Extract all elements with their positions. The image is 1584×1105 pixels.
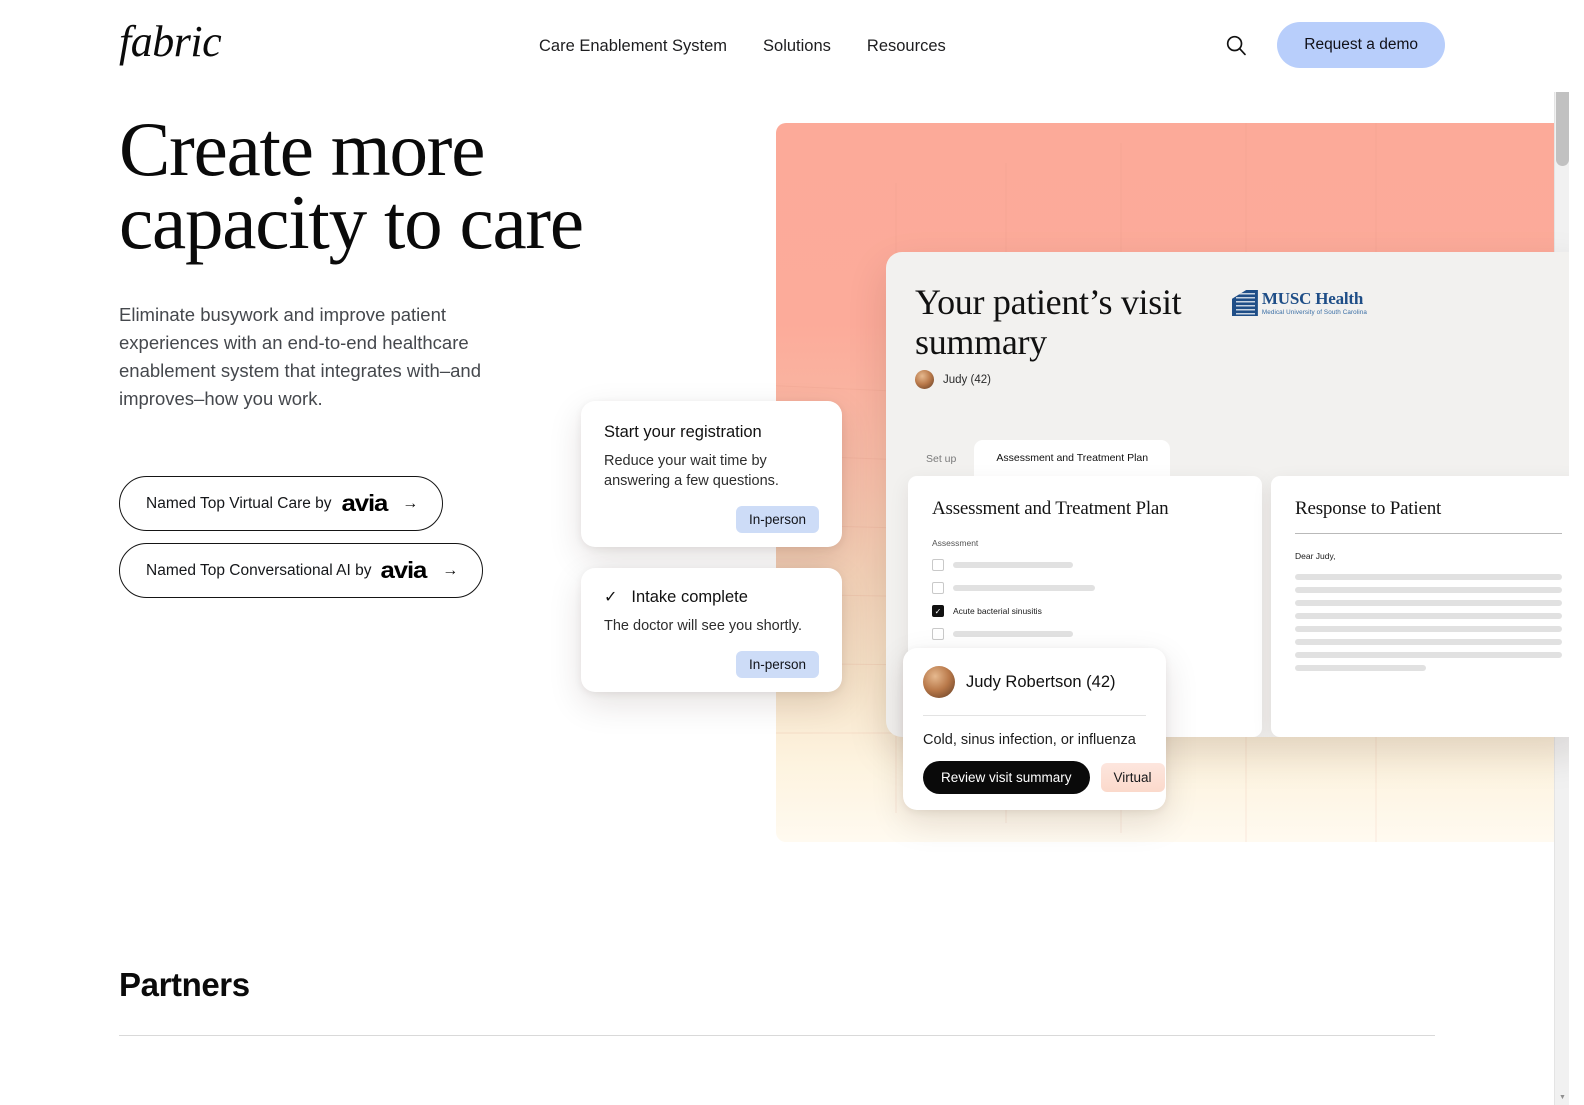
avia-logo: avia: [381, 557, 428, 584]
patient-card-name: Judy Robertson (42): [966, 672, 1116, 691]
nav-item-resources[interactable]: Resources: [865, 33, 948, 60]
tab-set-up[interactable]: Set up: [908, 442, 974, 476]
placeholder-bar: [953, 562, 1073, 568]
checkbox-unchecked-icon[interactable]: [932, 559, 944, 571]
patient-name: Judy (42): [943, 373, 991, 386]
response-sheet: Response to Patient Dear Judy,: [1271, 476, 1569, 737]
hero-subtitle: Eliminate busywork and improve patient e…: [119, 304, 481, 409]
placeholder-bar: [1295, 613, 1562, 619]
page-root: fabric Care Enablement System Solutions …: [0, 0, 1569, 1105]
placeholder-bar: [1295, 665, 1426, 671]
response-greeting: Dear Judy,: [1295, 551, 1336, 561]
list-item[interactable]: ✓ Acute bacterial sinusitis: [932, 605, 1238, 617]
award-pill-conversational-ai[interactable]: Named Top Conversational AI by avia →: [119, 543, 484, 599]
nav-item-care-enablement-system[interactable]: Care Enablement System: [537, 33, 729, 60]
search-icon: [1227, 35, 1247, 56]
registration-card-body: Reduce your wait time by answering a few…: [604, 453, 779, 489]
patient-card: Judy Robertson (42) Cold, sinus infectio…: [903, 648, 1166, 810]
list-item[interactable]: [932, 582, 1238, 594]
status-badge: In-person: [735, 506, 819, 533]
assessment-section-label: Assessment: [932, 538, 979, 548]
list-item[interactable]: [932, 559, 1238, 571]
divider: [1295, 533, 1562, 534]
placeholder-bar: [1295, 600, 1562, 606]
page-title: Create more capacity to care: [119, 106, 584, 266]
partners-section: Partners: [119, 966, 1435, 1036]
search-button[interactable]: [1221, 30, 1251, 60]
registration-card: Start your registration Reduce your wait…: [581, 401, 842, 547]
intake-card-title: Intake complete: [631, 588, 748, 606]
registration-card-title: Start your registration: [604, 423, 762, 441]
placeholder-bar: [1295, 639, 1562, 645]
main-navigation: Care Enablement System Solutions Resourc…: [537, 33, 948, 60]
tab-assessment-and-treatment-plan[interactable]: Assessment and Treatment Plan: [974, 440, 1171, 476]
placeholder-bar: [953, 631, 1073, 637]
arrow-right-icon: →: [442, 561, 459, 579]
assessment-item-label: Acute bacterial sinusitis: [953, 606, 1042, 616]
visit-summary-title: Your patient’s visit summary: [915, 282, 1182, 363]
panel-tabs: Set up Assessment and Treatment Plan: [908, 440, 1171, 476]
placeholder-bar: [1295, 652, 1562, 658]
nav-item-solutions[interactable]: Solutions: [761, 33, 833, 60]
placeholder-bar: [1295, 587, 1562, 593]
status-badge: Virtual: [1100, 763, 1165, 792]
divider: [119, 1035, 1435, 1036]
header-actions: Request a demo: [1221, 22, 1445, 68]
checkbox-unchecked-icon[interactable]: [932, 628, 944, 640]
placeholder-bar: [1295, 574, 1562, 580]
divider: [923, 715, 1146, 716]
checkbox-checked-icon[interactable]: ✓: [932, 605, 944, 617]
review-visit-summary-button[interactable]: Review visit summary: [923, 761, 1090, 794]
award-pill-virtual-care[interactable]: Named Top Virtual Care by avia →: [119, 476, 444, 532]
scroll-down-icon[interactable]: ▼: [1555, 1089, 1569, 1105]
partners-heading: Partners: [119, 966, 250, 1003]
patient-card-condition: Cold, sinus infection, or influenza: [923, 732, 1136, 748]
arrow-right-icon: →: [402, 494, 419, 512]
list-item[interactable]: [932, 628, 1238, 640]
award-pill-label: Named Top Virtual Care by: [146, 494, 332, 512]
assessment-heading: Assessment and Treatment Plan: [932, 498, 1169, 519]
building-icon: [1231, 290, 1258, 316]
patient-chip: Judy (42): [915, 370, 991, 389]
request-demo-button[interactable]: Request a demo: [1277, 22, 1445, 68]
placeholder-bar: [953, 585, 1095, 591]
musc-logo-tagline: Medical University of South Carolina: [1261, 308, 1367, 316]
avia-logo: avia: [341, 490, 388, 517]
avatar: [923, 666, 955, 698]
intake-card-body: The doctor will see you shortly.: [604, 618, 802, 634]
avatar: [915, 370, 934, 389]
musc-logo-name: MUSC Health: [1261, 289, 1364, 308]
site-header: fabric Care Enablement System Solutions …: [0, 0, 1569, 92]
response-placeholder-lines: [1295, 574, 1562, 671]
response-heading: Response to Patient: [1295, 498, 1442, 519]
check-icon: ✓: [604, 588, 618, 606]
intake-card: ✓ Intake complete The doctor will see yo…: [581, 568, 842, 692]
musc-health-logo: MUSC Health Medical University of South …: [1231, 289, 1367, 316]
status-badge: In-person: [735, 651, 819, 678]
award-pill-label: Named Top Conversational AI by: [146, 561, 372, 579]
placeholder-bar: [1295, 626, 1562, 632]
checkbox-unchecked-icon[interactable]: [932, 582, 944, 594]
brand-logo[interactable]: fabric: [119, 20, 222, 64]
